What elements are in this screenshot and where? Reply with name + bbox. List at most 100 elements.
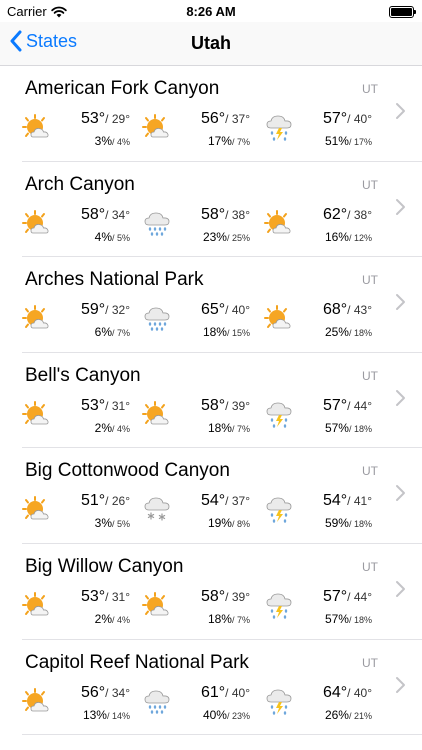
location-row[interactable]: Capitol Reef National Park UT 56°/ 34° 13… [22,640,422,736]
high-temp: 68° [322,301,348,319]
state-code: UT [362,177,378,192]
high-temp: 59° [80,301,106,319]
precip-chance: 26% [324,707,349,722]
high-temp: 65° [200,301,226,319]
precip-secondary: / 4% [111,614,130,625]
sun-cloud-icon [264,209,291,233]
precipitation: 18%/ 7% [208,610,250,628]
day-forecast: 57°/ 44° 57%/ 18% [264,397,384,437]
sun-cloud-icon [22,305,49,329]
precip-chance: 3% [94,516,112,531]
low-temp: / 31° [105,589,130,604]
day-forecast: 64°/ 40° 26%/ 21% [264,684,384,724]
precip-chance: 18% [207,420,232,435]
low-temp: / 34° [105,685,130,700]
low-temp: / 32° [105,303,130,318]
precipitation: 23%/ 25% [203,228,250,246]
temperature: 65°/ 40° [201,301,250,319]
precip-secondary: / 15% [226,328,250,339]
precip-secondary: / 7% [231,423,250,434]
low-temp: / 44° [347,589,372,604]
high-temp: 57° [322,396,348,414]
low-temp: / 39° [225,589,250,604]
temperature: 68°/ 43° [323,301,372,319]
chevron-right-icon [396,676,405,693]
precip-secondary: / 23% [226,710,250,721]
precipitation: 18%/ 15% [203,323,250,341]
location-row[interactable]: Big Cottonwood Canyon UT 51°/ 26° 3%/ 5% … [22,448,422,544]
day-forecast: 68°/ 43° 25%/ 18% [264,301,384,341]
precipitation: 51%/ 17% [325,132,372,150]
sun-cloud-icon [264,305,291,329]
battery-icon [389,6,416,18]
rain-cloud-icon [144,690,170,714]
high-temp: 62° [322,205,348,223]
location-row[interactable]: Big Willow Canyon UT 53°/ 31° 2%/ 4% 58°/… [22,544,422,640]
chevron-right-icon [396,485,405,502]
low-temp: / 31° [105,398,130,413]
location-name: Big Willow Canyon [25,555,184,577]
sun-cloud-icon [22,496,49,520]
day-forecast: 61°/ 40° 40%/ 23% [142,684,262,724]
location-row[interactable]: American Fork Canyon UT 53°/ 29° 3%/ 4% 5… [22,66,422,162]
location-row[interactable]: Arches National Park UT 59°/ 32° 6%/ 7% 6… [22,257,422,353]
day-forecast: 57°/ 44° 57%/ 18% [264,588,384,628]
day-forecast: 65°/ 40° 18%/ 15% [142,301,262,341]
sun-cloud-icon [22,114,49,138]
low-temp: / 34° [105,207,130,222]
location-name: Arches National Park [25,269,204,291]
precip-chance: 17% [207,134,232,148]
storm-cloud-icon [266,689,292,715]
precip-chance: 16% [324,229,349,244]
precip-secondary: / 18% [348,519,372,530]
temperature: 58°/ 39° [201,588,250,606]
precip-chance: 57% [324,420,349,435]
day-forecast: 62°/ 38° 16%/ 12% [264,206,384,246]
day-forecast: 56°/ 37° 17%/ 7% [142,110,262,150]
low-temp: / 43° [347,303,372,318]
low-temp: / 41° [347,494,372,509]
temperature: 58°/ 38° [201,206,250,224]
precip-chance: 23% [202,229,227,244]
location-name: Bell's Canyon [25,364,141,386]
low-temp: / 37° [225,112,250,126]
precipitation: 3%/ 5% [95,514,130,532]
sun-cloud-icon [22,209,49,233]
precip-chance: 19% [207,516,232,531]
high-temp: 58° [200,396,226,414]
temperature: 57°/ 44° [323,588,372,606]
temperature: 61°/ 40° [201,684,250,702]
sun-cloud-icon [142,400,169,425]
day-forecast: 58°/ 34° 4%/ 5% [22,206,142,246]
high-temp: 64° [322,683,348,701]
day-forecast: 53°/ 31° 2%/ 4% [22,397,142,437]
location-row[interactable]: Bell's Canyon UT 53°/ 31° 2%/ 4% 58°/ 39°… [22,353,422,449]
precip-chance: 2% [94,420,112,435]
high-temp: 53° [80,110,106,127]
low-temp: / 40° [347,685,372,700]
precip-secondary: / 18% [348,423,372,434]
precip-secondary: / 5% [111,232,130,243]
precip-chance: 59% [324,516,349,531]
high-temp: 61° [200,683,226,701]
precip-chance: 2% [94,611,112,626]
high-temp: 58° [200,205,226,223]
precip-chance: 6% [94,325,112,340]
precip-chance: 18% [202,325,227,340]
chevron-right-icon [396,103,405,119]
temperature: 57°/ 40° [323,110,372,128]
high-temp: 54° [200,492,226,510]
temperature: 51°/ 26° [81,492,130,510]
snow-cloud-icon [144,497,170,521]
precipitation: 59%/ 18% [325,514,372,532]
location-row[interactable]: Arch Canyon UT 58°/ 34° 4%/ 5% 58°/ 38° 23… [22,162,422,258]
high-temp: 54° [322,492,348,510]
precipitation: 57%/ 18% [325,419,372,437]
precip-chance: 25% [324,325,349,340]
state-code: UT [362,368,378,383]
low-temp: / 40° [225,303,250,318]
high-temp: 58° [200,587,226,605]
day-forecast: 59°/ 32° 6%/ 7% [22,301,142,341]
chevron-right-icon [396,294,405,311]
low-temp: / 26° [105,494,130,509]
